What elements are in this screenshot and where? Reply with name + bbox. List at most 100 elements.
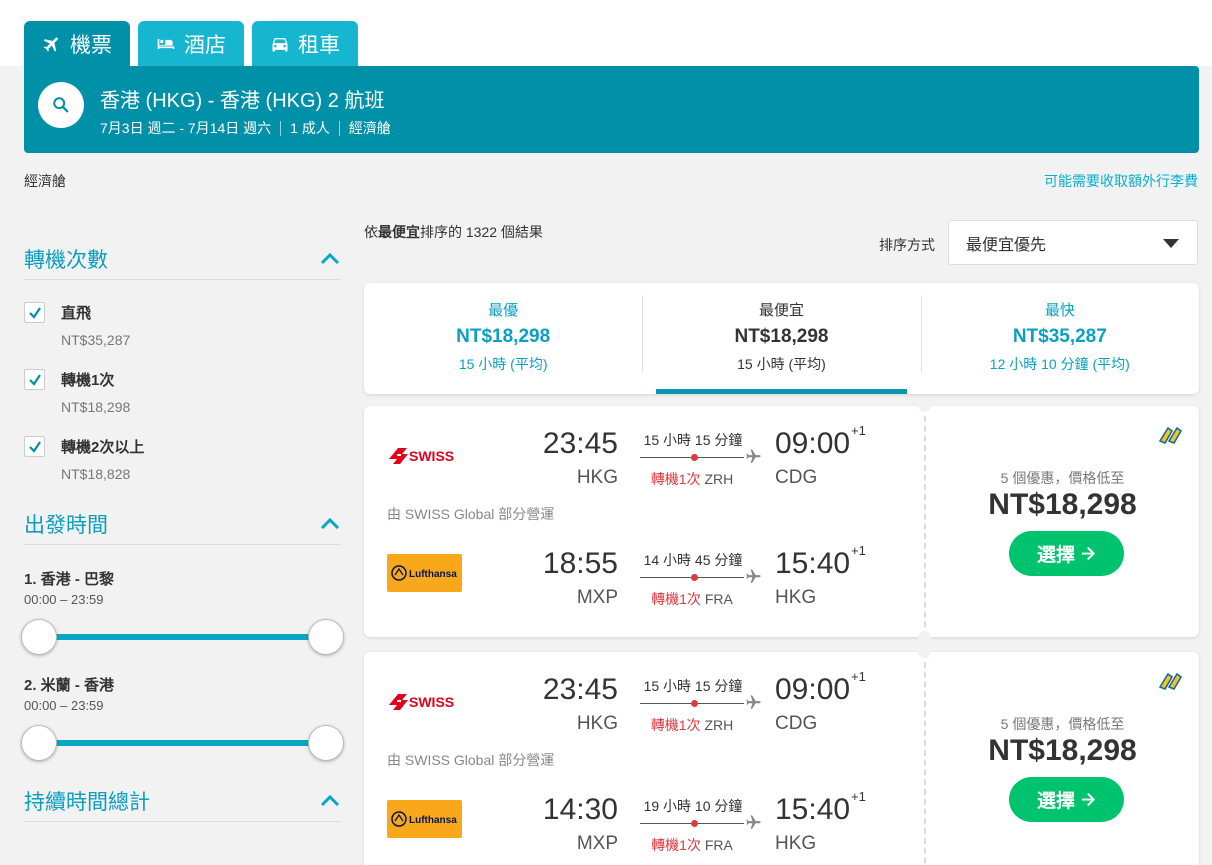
departure-time-slider[interactable] — [21, 725, 344, 761]
search-passengers: 1 成人 — [290, 120, 330, 136]
one-stop-checkbox[interactable] — [24, 369, 45, 390]
product-tabs: 機票 酒店 租車 — [24, 21, 358, 67]
tab-label: 機票 — [70, 34, 112, 57]
sort-tab-duration: 12 小時 10 分鐘 (平均) — [989, 356, 1130, 372]
sort-tab-title: 最優 — [488, 302, 519, 319]
deals-count: 5 個優惠，價格低至 — [1000, 470, 1125, 486]
search-button[interactable] — [38, 82, 84, 128]
airplane-icon — [746, 695, 761, 709]
stop-info: 轉機1次 FRA — [640, 835, 744, 855]
sort-tab-duration: 15 小時 (平均) — [737, 356, 826, 372]
slider-handle-start[interactable] — [21, 619, 57, 655]
sort-tab-best[interactable]: 最優 NT$18,298 15 小時 (平均) — [364, 283, 642, 394]
route-line — [640, 454, 744, 461]
sort-tab-fastest[interactable]: 最快 NT$35,287 12 小時 10 分鐘 (平均) — [920, 283, 1199, 394]
chevron-up-icon[interactable] — [319, 252, 341, 266]
lufthansa-logo: Lufthansa — [387, 554, 462, 592]
stop-count: 轉機1次 — [650, 471, 701, 487]
day-offset: +1 — [851, 669, 866, 684]
chevron-up-icon[interactable] — [319, 517, 341, 531]
tab-cars[interactable]: 租車 — [252, 21, 358, 67]
filter-sidebar: 轉機次數 直飛 NT$35,287 轉機1次 NT$18,298 轉機2次以上 … — [21, 238, 344, 822]
cabin-label: 經濟艙 — [24, 173, 66, 189]
nonstop-checkbox[interactable] — [24, 302, 45, 323]
bed-icon — [157, 39, 175, 49]
chevron-up-icon[interactable] — [319, 794, 341, 808]
arrival-time: 15:40 — [775, 547, 851, 580]
slider-label: 2. 米蘭 - 香港 — [24, 677, 115, 694]
slider-track — [38, 740, 327, 746]
sort-tab-price: NT$18,298 — [456, 326, 551, 347]
arrival-time: 09:00 — [775, 673, 851, 706]
departure-filter-header[interactable]: 出發時間 — [24, 503, 341, 545]
stop-dot — [691, 454, 698, 461]
select-button[interactable]: 選擇 — [1009, 777, 1124, 822]
stop-info: 轉機1次 FRA — [640, 589, 744, 609]
flight-price: NT$18,298 — [988, 734, 1137, 767]
stop-option-price: NT$35,287 — [61, 332, 131, 348]
outbound-leg: SWISS 23:45 HKG 15 小時 15 分鐘 轉機1次 ZRH 09:… — [364, 423, 924, 497]
slider-handle-end[interactable] — [308, 725, 344, 761]
stop-airport: ZRH — [704, 471, 734, 487]
baggage-fees-link[interactable]: 可能需要收取額外行李費 — [1044, 171, 1198, 191]
operated-by: 由 SWISS Global 部分營運 — [387, 506, 555, 522]
stops-filter-header[interactable]: 轉機次數 — [24, 238, 341, 280]
departure-time: 23:45 — [542, 673, 618, 706]
tab-hotels[interactable]: 酒店 — [138, 21, 244, 67]
stop-option-label: 轉機1次 — [61, 372, 115, 389]
sort-tab-title: 最快 — [1044, 302, 1075, 319]
tab-flights[interactable]: 機票 — [24, 21, 130, 67]
airplane-icon — [746, 569, 761, 583]
slider-range: 00:00 – 23:59 — [24, 592, 104, 607]
slider-handle-start[interactable] — [21, 725, 57, 761]
flight-result-card[interactable]: SWISS 23:45 HKG 15 小時 15 分鐘 轉機1次 ZRH 09:… — [364, 645, 1199, 865]
duration-filter-header[interactable]: 持續時間總計 — [24, 780, 341, 822]
arrow-right-icon — [1081, 546, 1096, 561]
tab-label: 租車 — [298, 34, 340, 57]
stop-option-2-plus-stops[interactable]: 轉機2次以上 NT$18,828 — [24, 436, 341, 482]
two-plus-stops-checkbox[interactable] — [24, 436, 45, 457]
lufthansa-logo: Lufthansa — [387, 800, 462, 838]
departure-airport: HKG — [576, 467, 618, 488]
select-button-label: 選擇 — [1036, 791, 1075, 812]
stop-option-price: NT$18,828 — [61, 466, 131, 482]
outbound-leg: SWISS 23:45 HKG 15 小時 15 分鐘 轉機1次 ZRH 09:… — [364, 669, 924, 743]
deals-count: 5 個優惠，價格低至 — [1000, 716, 1125, 732]
arrival-airport: CDG — [775, 467, 818, 488]
car-icon — [272, 38, 288, 52]
departure-slider-group-2: 2. 米蘭 - 香港 00:00 – 23:59 — [21, 674, 344, 761]
departure-time-slider[interactable] — [21, 619, 344, 655]
operated-by: 由 SWISS Global 部分營運 — [387, 752, 555, 768]
swiss-logo: SWISS — [389, 694, 454, 710]
airplane-icon — [746, 449, 761, 463]
search-dates: 7月3日 週二 - 7月14日 週六 — [100, 120, 272, 136]
search-summary-bar[interactable]: 香港 (HKG) - 香港 (HKG) 2 航班 7月3日 週二 - 7月14日… — [24, 66, 1199, 153]
slider-handle-end[interactable] — [308, 619, 344, 655]
stop-airport: FRA — [704, 591, 733, 607]
leg-duration: 15 小時 15 分鐘 — [643, 432, 743, 448]
sort-tab-price: NT$35,287 — [1012, 326, 1107, 347]
stop-option-nonstop[interactable]: 直飛 NT$35,287 — [24, 302, 341, 348]
day-offset: +1 — [851, 423, 866, 438]
sort-tabs: 最優 NT$18,298 15 小時 (平均) 最便宜 NT$18,298 15… — [364, 283, 1199, 394]
sort-tab-cheapest[interactable]: 最便宜 NT$18,298 15 小時 (平均) — [642, 283, 920, 394]
departure-airport: HKG — [576, 713, 618, 734]
flight-result-card[interactable]: SWISS 23:45 HKG 15 小時 15 分鐘 轉機1次 ZRH 09:… — [364, 399, 1199, 644]
stop-dot — [691, 820, 698, 827]
leg-duration: 19 小時 10 分鐘 — [643, 798, 743, 814]
stop-airport: FRA — [704, 837, 733, 853]
results-prefix: 依 — [364, 224, 378, 240]
stop-info: 轉機1次 ZRH — [640, 469, 744, 489]
search-route: 香港 (HKG) - 香港 (HKG) 2 航班 — [100, 90, 385, 112]
departure-airport: MXP — [576, 833, 618, 854]
stop-option-1-stop[interactable]: 轉機1次 NT$18,298 — [24, 369, 341, 415]
select-button[interactable]: 選擇 — [1009, 531, 1124, 576]
results-suffix: 排序的 1322 個結果 — [420, 224, 543, 240]
lufthansa-logo-text: Lufthansa — [409, 815, 457, 826]
stop-option-price: NT$18,298 — [61, 399, 131, 415]
leg-duration: 14 小時 45 分鐘 — [643, 552, 743, 568]
sort-dropdown-value: 最便宜優先 — [966, 236, 1047, 254]
arrival-airport: HKG — [775, 587, 817, 608]
arrival-time: 09:00 — [775, 427, 851, 460]
sort-dropdown[interactable]: 最便宜優先 — [948, 220, 1198, 265]
